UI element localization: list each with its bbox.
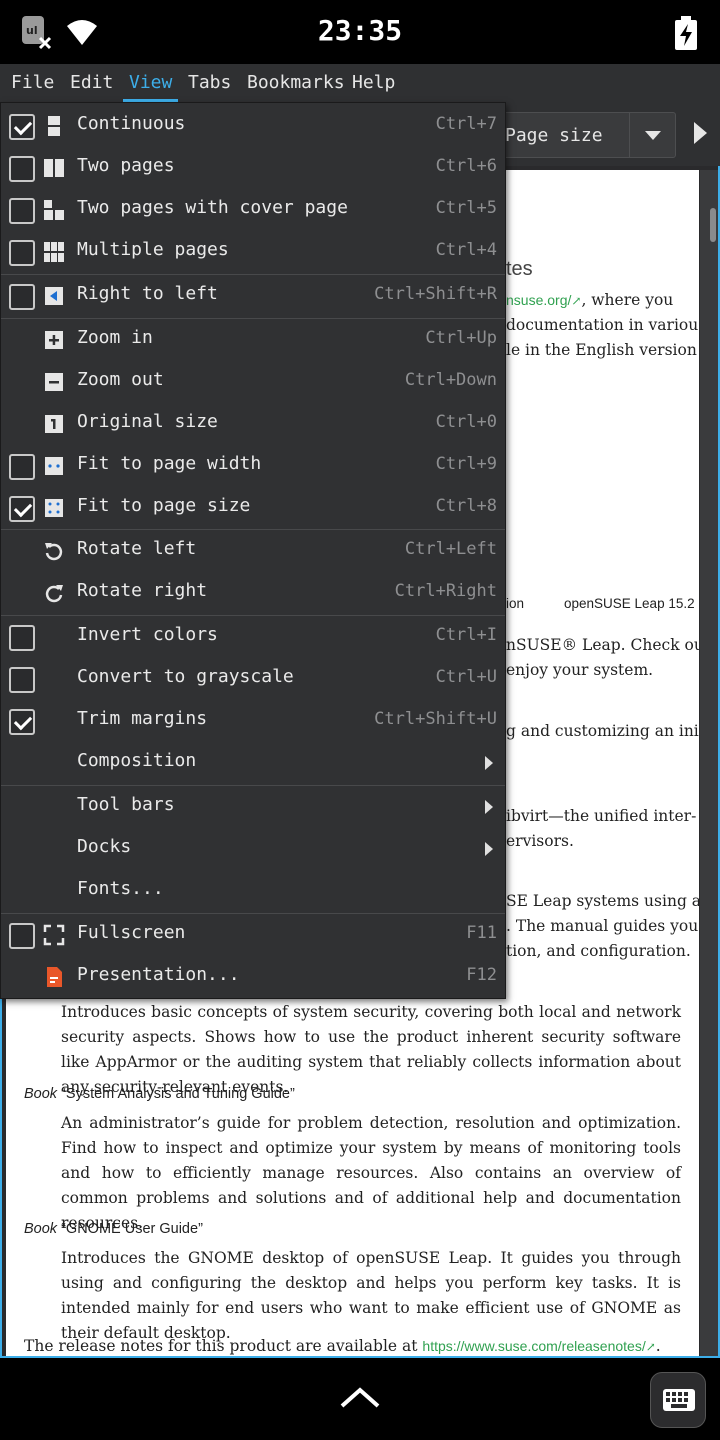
rotate-right-icon — [43, 582, 65, 604]
keyboard-icon — [663, 1389, 695, 1411]
rotate-left-icon — [43, 540, 65, 562]
menu-tabs[interactable]: Tabs — [188, 64, 231, 102]
release-notes-line: The release notes for this product are a… — [24, 1337, 661, 1355]
fit-width-icon — [43, 455, 65, 477]
checkbox-checked[interactable] — [9, 496, 35, 522]
link-text[interactable]: nsuse.org/ — [506, 292, 571, 308]
zoom-in-icon — [43, 329, 65, 351]
menu-bar: File Edit View Tabs Bookmarks Help — [0, 64, 720, 102]
keyboard-button[interactable] — [650, 1372, 706, 1428]
text-line: nSUSE® Leap. Check out — [506, 636, 699, 654]
next-page-arrow-icon[interactable] — [694, 122, 707, 144]
text-line: ervisors. — [506, 832, 574, 850]
clock: 23:35 — [317, 14, 403, 47]
continuous-icon — [43, 115, 65, 137]
book-heading: Book “System Analysis and Tuning Guide” — [24, 1086, 295, 1102]
text-line: enjoy your system. — [506, 661, 654, 679]
scrollbar-thumb[interactable] — [710, 208, 716, 242]
chevron-down-icon[interactable] — [645, 131, 661, 140]
scrollbar-track[interactable] — [700, 170, 718, 1356]
external-link-icon: ↗ — [645, 1340, 656, 1354]
page-footer-right: openSUSE Leap 15.2 — [564, 596, 695, 611]
text-line: nsuse.org/↗, where you — [506, 291, 674, 309]
heading-fragment: tes — [506, 258, 533, 280]
menu-item-invert-colors[interactable]: Invert colors Ctrl+I — [1, 616, 505, 658]
navigation-bar — [0, 1358, 720, 1440]
multiple-pages-icon — [43, 241, 65, 263]
menu-item-composition[interactable]: Composition — [1, 742, 505, 784]
menu-item-trim-margins[interactable]: Trim margins Ctrl+Shift+U — [1, 700, 505, 742]
two-pages-icon — [43, 157, 65, 179]
checkbox-checked[interactable] — [9, 709, 35, 735]
menu-item-continuous[interactable]: Continuous Ctrl+7 — [1, 105, 505, 147]
release-notes-link[interactable]: https://www.suse.com/releasenotes/ — [422, 1338, 645, 1354]
chevron-up-icon[interactable] — [338, 1384, 382, 1410]
menu-bookmarks[interactable]: Bookmarks — [247, 64, 345, 102]
menu-item-multiple-pages[interactable]: Multiple pages Ctrl+4 — [1, 231, 505, 273]
external-link-icon: ↗ — [571, 294, 582, 308]
battery-charging-icon — [674, 16, 698, 50]
original-size-icon — [43, 413, 65, 435]
cover-page-icon — [43, 199, 65, 221]
page-size-combo[interactable]: Page size — [490, 112, 676, 158]
checkbox-checked[interactable] — [9, 114, 35, 140]
checkbox[interactable] — [9, 156, 35, 182]
menu-item-docks[interactable]: Docks — [1, 828, 505, 870]
checkbox[interactable] — [9, 667, 35, 693]
text-line: le in the English version — [506, 341, 697, 359]
right-to-left-icon — [43, 285, 65, 307]
menu-item-rotate-right[interactable]: Rotate right Ctrl+Right — [1, 572, 505, 614]
submenu-arrow-icon — [485, 756, 493, 770]
menu-item-fonts[interactable]: Fonts... — [1, 870, 505, 912]
menu-item-presentation[interactable]: Presentation... F12 — [1, 956, 505, 998]
view-menu: Continuous Ctrl+7 Two pages Ctrl+6 Two p… — [0, 102, 506, 999]
submenu-arrow-icon — [485, 800, 493, 814]
checkbox[interactable] — [9, 284, 35, 310]
menu-item-fit-size[interactable]: Fit to page size Ctrl+8 — [1, 487, 505, 529]
security-paragraph: Introduces basic concepts of system secu… — [61, 1003, 681, 1096]
combo-divider — [629, 113, 630, 157]
menu-item-two-pages-cover[interactable]: Two pages with cover page Ctrl+5 — [1, 189, 505, 231]
menu-item-two-pages[interactable]: Two pages Ctrl+6 — [1, 147, 505, 189]
presentation-icon — [43, 966, 65, 988]
menu-item-fit-width[interactable]: Fit to page width Ctrl+9 — [1, 445, 505, 487]
checkbox[interactable] — [9, 198, 35, 224]
checkbox[interactable] — [9, 454, 35, 480]
checkbox[interactable] — [9, 625, 35, 651]
menu-item-original-size[interactable]: Original size Ctrl+0 — [1, 403, 505, 445]
checkbox[interactable] — [9, 240, 35, 266]
menu-item-tool-bars[interactable]: Tool bars — [1, 786, 505, 828]
menu-item-fullscreen[interactable]: Fullscreen F11 — [1, 914, 505, 956]
book-description: An administrator’s guide for problem det… — [61, 1114, 681, 1232]
menu-help[interactable]: Help — [352, 64, 395, 102]
menu-file[interactable]: File — [11, 64, 54, 102]
page-footer-left: ion — [506, 596, 525, 611]
page-size-combo-label: Page size — [505, 125, 603, 146]
fullscreen-icon — [43, 924, 65, 946]
menu-edit[interactable]: Edit — [70, 64, 113, 102]
menu-item-rotate-left[interactable]: Rotate left Ctrl+Left — [1, 530, 505, 572]
checkbox[interactable] — [9, 923, 35, 949]
menu-item-zoom-in[interactable]: Zoom in Ctrl+Up — [1, 319, 505, 361]
menu-view[interactable]: View — [122, 64, 179, 102]
text-line: g and customizing an ini- — [506, 722, 699, 740]
text-line: documentation in various — [506, 316, 699, 334]
fit-size-icon — [43, 497, 65, 519]
zoom-out-icon — [43, 371, 65, 393]
text-line: . The manual guides you — [506, 917, 699, 935]
status-bar: ul 23:35 — [0, 0, 720, 64]
menu-item-right-to-left[interactable]: Right to left Ctrl+Shift+R — [1, 275, 505, 317]
book-heading: Book “GNOME User Guide” — [24, 1221, 203, 1237]
submenu-arrow-icon — [485, 842, 493, 856]
menu-item-zoom-out[interactable]: Zoom out Ctrl+Down — [1, 361, 505, 403]
menu-item-grayscale[interactable]: Convert to grayscale Ctrl+U — [1, 658, 505, 700]
text-line: ibvirt—the unified inter- — [506, 807, 697, 825]
text-line: tion, and configuration. — [506, 942, 691, 960]
text-line: SE Leap systems using an — [506, 892, 699, 910]
book-description: Introduces the GNOME desktop of openSUSE… — [61, 1249, 681, 1342]
